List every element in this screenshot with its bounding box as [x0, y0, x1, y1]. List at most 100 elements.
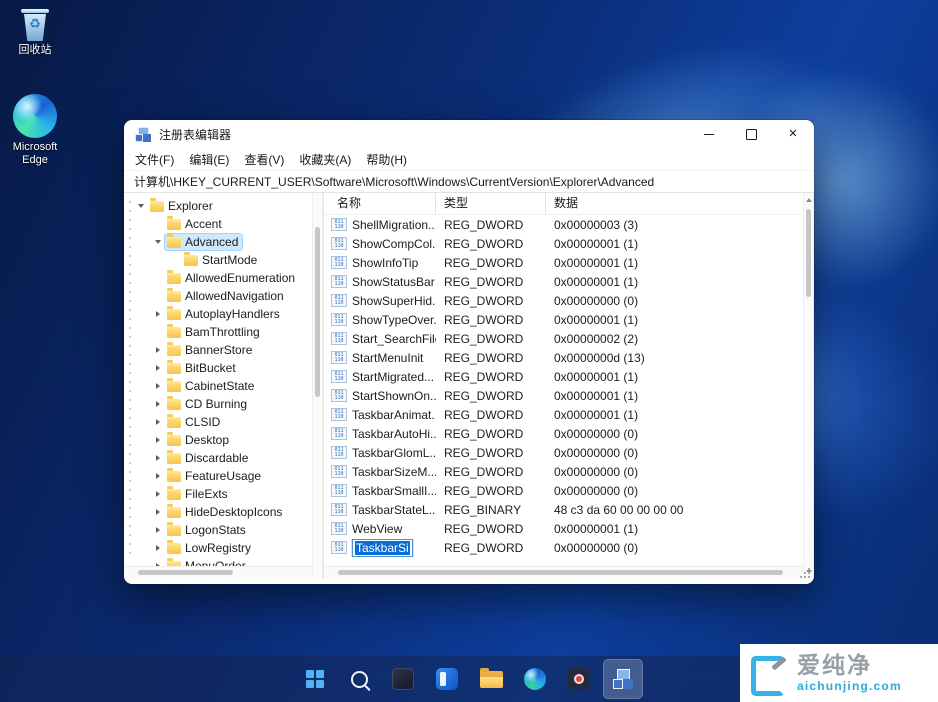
chevron-icon[interactable]	[151, 505, 165, 519]
value-row-webview[interactable]: WebViewREG_DWORD0x00000001 (1)	[324, 519, 803, 538]
value-type: REG_DWORD	[436, 275, 546, 289]
resize-grip[interactable]	[800, 568, 810, 578]
tree-item-explorer[interactable]: Explorer	[134, 197, 312, 215]
menu-file[interactable]: 文件(F)	[135, 151, 174, 168]
desktop-icon-recycle-bin[interactable]: 回收站	[6, 7, 64, 57]
taskbar-app-media[interactable]	[427, 659, 467, 699]
tree-item-fileexts[interactable]: FileExts	[134, 485, 312, 503]
maximize-button[interactable]	[730, 120, 772, 148]
tree-item-advanced[interactable]: Advanced	[134, 233, 312, 251]
tree-item-desktop[interactable]: Desktop	[134, 431, 312, 449]
tree-item-bamthrottling[interactable]: BamThrottling	[134, 323, 312, 341]
value-name: StartMigrated...	[352, 370, 434, 384]
rename-input[interactable]: TaskbarSi	[352, 539, 413, 557]
tree-item-lowregistry[interactable]: LowRegistry	[134, 539, 312, 557]
value-row-showtypeover-[interactable]: ShowTypeOver...REG_DWORD0x00000001 (1)	[324, 310, 803, 329]
chevron-icon[interactable]	[151, 451, 165, 465]
column-header-type[interactable]: 类型	[436, 193, 546, 214]
close-button[interactable]: ✕	[772, 120, 814, 148]
tree-vscrollbar[interactable]	[312, 193, 323, 579]
maximize-icon	[746, 129, 757, 140]
edge-button[interactable]	[515, 659, 555, 699]
chevron-icon[interactable]	[151, 379, 165, 393]
value-row-showsuperhid-[interactable]: ShowSuperHid...REG_DWORD0x00000000 (0)	[324, 291, 803, 310]
value-row-taskbarsizem-[interactable]: TaskbarSizeM...REG_DWORD0x00000000 (0)	[324, 462, 803, 481]
column-header-data[interactable]: 数据	[546, 193, 803, 214]
column-header-name[interactable]: 名称	[324, 193, 436, 214]
tree-item-menuorder[interactable]: MenuOrder	[134, 557, 312, 566]
file-explorer-button[interactable]	[471, 659, 511, 699]
tree-item-clsid[interactable]: CLSID	[134, 413, 312, 431]
chevron-icon[interactable]	[151, 433, 165, 447]
value-row-taskbargloml-[interactable]: TaskbarGlomL...REG_DWORD0x00000000 (0)	[324, 443, 803, 462]
folder-icon	[167, 453, 181, 464]
tree-item-autoplayhandlers[interactable]: AutoplayHandlers	[134, 305, 312, 323]
menu-view[interactable]: 查看(V)	[244, 151, 284, 168]
chevron-icon[interactable]	[151, 343, 165, 357]
value-row-taskbarsmalli-[interactable]: TaskbarSmallI...REG_DWORD0x00000000 (0)	[324, 481, 803, 500]
chevron-icon[interactable]	[151, 487, 165, 501]
tree-item-label: LowRegistry	[185, 541, 251, 555]
tree-item-logonstats[interactable]: LogonStats	[134, 521, 312, 539]
chevron-icon[interactable]	[151, 235, 165, 249]
chevron-icon[interactable]	[151, 541, 165, 555]
regedit-taskbar-button[interactable]	[603, 659, 643, 699]
tree-item-bitbucket[interactable]: BitBucket	[134, 359, 312, 377]
tree-item-content: LogonStats	[165, 522, 250, 538]
value-row-taskbaranimat-[interactable]: TaskbarAnimat...REG_DWORD0x00000001 (1)	[324, 405, 803, 424]
tree-hscrollbar[interactable]	[124, 566, 312, 579]
tree-item-startmode[interactable]: StartMode	[134, 251, 312, 269]
desktop-icon-label: 回收站	[19, 44, 52, 57]
tree-hscroll-thumb[interactable]	[138, 570, 233, 575]
desktop-icon-edge[interactable]: Microsoft Edge	[6, 94, 64, 167]
tree-item-cabinetstate[interactable]: CabinetState	[134, 377, 312, 395]
tree-item-cd-burning[interactable]: CD Burning	[134, 395, 312, 413]
value-row-showstatusbar[interactable]: ShowStatusBarREG_DWORD0x00000001 (1)	[324, 272, 803, 291]
titlebar[interactable]: 注册表编辑器 ✕	[124, 120, 814, 148]
tree-item-accent[interactable]: Accent	[134, 215, 312, 233]
menu-edit[interactable]: 编辑(E)	[189, 151, 229, 168]
tree-item-allowednavigation[interactable]: AllowedNavigation	[134, 287, 312, 305]
value-row-showinfotip[interactable]: ShowInfoTipREG_DWORD0x00000001 (1)	[324, 253, 803, 272]
value-row-startmenuinit[interactable]: StartMenuInitREG_DWORD0x0000000d (13)	[324, 348, 803, 367]
address-bar[interactable]: 计算机\HKEY_CURRENT_USER\Software\Microsoft…	[124, 170, 814, 193]
value-row-shellmigration-[interactable]: ShellMigration...REG_DWORD0x00000003 (3)	[324, 215, 803, 234]
tree-item-featureusage[interactable]: FeatureUsage	[134, 467, 312, 485]
value-row-startmigrated-[interactable]: StartMigrated...REG_DWORD0x00000001 (1)	[324, 367, 803, 386]
menu-help[interactable]: 帮助(H)	[366, 151, 407, 168]
tree-item-bannerstore[interactable]: BannerStore	[134, 341, 312, 359]
chevron-icon[interactable]	[151, 361, 165, 375]
value-name: TaskbarStateL...	[352, 503, 436, 517]
chevron-icon[interactable]	[151, 559, 165, 566]
value-row-start-searchfiles[interactable]: Start_SearchFilesREG_DWORD0x00000002 (2)	[324, 329, 803, 348]
value-row-taskbarautohi-[interactable]: TaskbarAutoHi...REG_DWORD0x00000000 (0)	[324, 424, 803, 443]
list-hscrollbar[interactable]	[324, 566, 803, 579]
value-data: 0x00000000 (0)	[546, 541, 803, 555]
tree-item-hidedesktopicons[interactable]: HideDesktopIcons	[134, 503, 312, 521]
menu-favorites[interactable]: 收藏夹(A)	[299, 151, 351, 168]
value-row-taskbarsi[interactable]: TaskbarSiREG_DWORD0x00000000 (0)	[324, 538, 803, 557]
tree-item-content: Accent	[165, 216, 226, 232]
taskbar-app-dark[interactable]	[383, 659, 423, 699]
chevron-icon[interactable]	[134, 199, 148, 213]
value-row-startshownon-[interactable]: StartShownOn...REG_DWORD0x00000001 (1)	[324, 386, 803, 405]
value-data: 0x00000001 (1)	[546, 275, 803, 289]
chevron-icon[interactable]	[151, 469, 165, 483]
value-row-showcompcol-[interactable]: ShowCompCol...REG_DWORD0x00000001 (1)	[324, 234, 803, 253]
tree-item-allowedenumeration[interactable]: AllowedEnumeration	[134, 269, 312, 287]
start-button[interactable]	[295, 659, 335, 699]
taskbar-app-red[interactable]	[559, 659, 599, 699]
tree-vscroll-thumb[interactable]	[315, 227, 320, 397]
chevron-icon[interactable]	[151, 307, 165, 321]
list-hscroll-thumb[interactable]	[338, 570, 783, 575]
list-vscroll-thumb[interactable]	[806, 209, 811, 297]
tree-item-discardable[interactable]: Discardable	[134, 449, 312, 467]
scroll-up-icon[interactable]	[804, 194, 813, 206]
chevron-icon[interactable]	[151, 397, 165, 411]
value-row-taskbarstatel-[interactable]: TaskbarStateL...REG_BINARY48 c3 da 60 00…	[324, 500, 803, 519]
minimize-button[interactable]	[688, 120, 730, 148]
list-vscrollbar[interactable]	[803, 193, 814, 579]
chevron-icon[interactable]	[151, 523, 165, 537]
search-button[interactable]	[339, 659, 379, 699]
chevron-icon[interactable]	[151, 415, 165, 429]
